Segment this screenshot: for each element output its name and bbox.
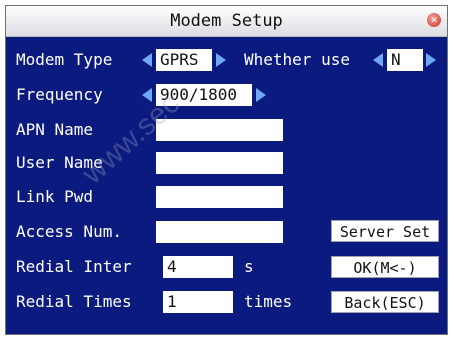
access-num-label: Access Num. [16,222,122,241]
redial-times-input[interactable]: 1 [163,291,233,313]
apn-name-input[interactable] [156,119,283,141]
redial-inter-unit: s [244,257,254,276]
whether-use-prev-arrow-icon[interactable] [373,53,383,67]
user-name-label: User Name [16,153,103,172]
close-icon[interactable]: × [427,13,441,27]
redial-times-unit: times [244,292,293,311]
ok-button[interactable]: OK(M<-) [331,256,439,278]
whether-use-next-arrow-icon[interactable] [426,53,436,67]
modem-type-prev-arrow-icon[interactable] [142,53,152,67]
modem-type-select[interactable]: GPRS [156,49,212,71]
title-bar: Modem Setup × [6,6,447,37]
frequency-prev-arrow-icon[interactable] [142,88,152,102]
user-name-input[interactable] [156,152,283,174]
modem-type-label: Modem Type [16,50,113,69]
redial-times-label: Redial Times [16,292,132,311]
frequency-select[interactable]: 900/1800 [156,84,252,106]
redial-inter-input[interactable]: 4 [163,256,233,278]
frequency-next-arrow-icon[interactable] [256,88,266,102]
whether-use-select[interactable]: N [387,49,423,71]
link-pwd-input[interactable] [156,186,283,208]
modem-type-next-arrow-icon[interactable] [216,53,226,67]
whether-use-label: Whether use [244,50,350,69]
modem-setup-window: Modem Setup × Modem Type GPRS Whether us… [5,5,448,335]
server-set-button[interactable]: Server Set [331,220,439,242]
back-button[interactable]: Back(ESC) [331,291,439,313]
link-pwd-label: Link Pwd [16,187,94,206]
window-title: Modem Setup [170,11,283,31]
access-num-input[interactable] [156,221,283,243]
redial-inter-label: Redial Inter [16,257,132,276]
frequency-label: Frequency [16,85,103,104]
apn-name-label: APN Name [16,120,94,139]
